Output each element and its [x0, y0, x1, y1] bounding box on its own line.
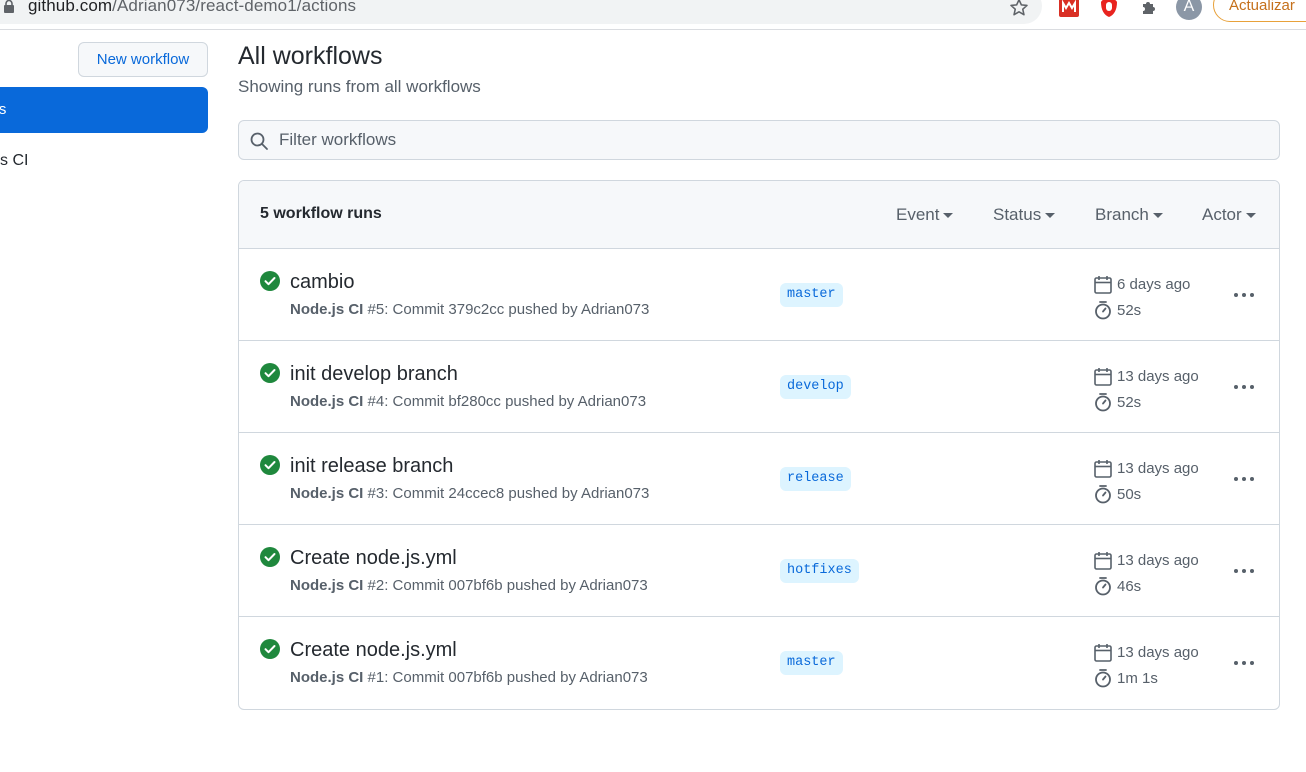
event-filter-dropdown[interactable]: Event	[896, 205, 954, 225]
run-meta: Node.js CI #1: Commit 007bf6b pushed by …	[290, 669, 648, 686]
runs-count: 5 workflow runs	[260, 205, 382, 222]
run-meta: Node.js CI #5: Commit 379c2cc pushed by …	[290, 301, 649, 318]
check-circle-icon	[260, 455, 280, 475]
run-detail: #2: Commit 007bf6b pushed by Adrian073	[367, 577, 648, 594]
filter-workflows-input[interactable]	[279, 121, 1259, 159]
more-options-icon[interactable]	[1231, 469, 1257, 489]
search-icon	[250, 132, 268, 150]
check-circle-icon	[260, 639, 280, 659]
browser-toolbar: github.com/Adrian073/react-demo1/actions…	[0, 0, 1306, 30]
chevron-down-icon	[1245, 213, 1256, 219]
page-title: All workflows	[238, 42, 383, 70]
actor-filter-label: Actor	[1202, 205, 1242, 224]
workflow-run-row[interactable]: cambio Node.js CI #5: Commit 379c2cc pus…	[239, 249, 1279, 341]
run-duration: 1m 1s	[1117, 670, 1158, 687]
run-duration: 52s	[1117, 302, 1142, 319]
status-filter-dropdown[interactable]: Status	[993, 205, 1056, 225]
extensions-puzzle-icon[interactable]	[1139, 0, 1161, 18]
run-workflow-name[interactable]: Node.js CI	[290, 393, 363, 410]
branch-filter-dropdown[interactable]: Branch	[1095, 205, 1163, 225]
run-title[interactable]: Create node.js.yml	[290, 547, 457, 570]
run-title[interactable]: cambio	[290, 271, 354, 294]
extension-shield-icon[interactable]	[1098, 0, 1120, 18]
run-title[interactable]: init release branch	[290, 455, 453, 478]
branch-tag[interactable]: hotfixes	[780, 559, 859, 583]
stopwatch-icon	[1095, 393, 1111, 412]
url-host: github.com	[28, 0, 113, 15]
branch-tag[interactable]: release	[780, 467, 851, 491]
run-workflow-name[interactable]: Node.js CI	[290, 485, 363, 502]
run-detail: #1: Commit 007bf6b pushed by Adrian073	[367, 669, 648, 686]
filter-workflows-box[interactable]	[238, 120, 1280, 160]
lock-icon[interactable]	[2, 0, 16, 14]
run-meta: Node.js CI #3: Commit 24ccec8 pushed by …	[290, 485, 649, 502]
event-filter-label: Event	[896, 205, 940, 224]
run-workflow-name[interactable]: Node.js CI	[290, 669, 363, 686]
run-date: 13 days ago	[1117, 368, 1199, 385]
calendar-icon	[1094, 460, 1112, 478]
status-filter-label: Status	[993, 205, 1042, 224]
sidebar-item-label: ws	[0, 101, 7, 118]
new-workflow-button[interactable]: New workflow	[78, 42, 208, 77]
branch-tag[interactable]: master	[780, 283, 843, 307]
run-title[interactable]: init develop branch	[290, 363, 458, 386]
page-subtitle: Showing runs from all workflows	[238, 77, 481, 96]
run-meta: Node.js CI #2: Commit 007bf6b pushed by …	[290, 577, 648, 594]
chevron-down-icon	[1152, 213, 1163, 219]
run-workflow-name[interactable]: Node.js CI	[290, 577, 363, 594]
update-browser-button[interactable]: Actualizar	[1213, 0, 1306, 22]
run-detail: #4: Commit bf280cc pushed by Adrian073	[367, 393, 647, 410]
run-date: 13 days ago	[1117, 552, 1199, 569]
stopwatch-icon	[1095, 669, 1111, 688]
run-meta: Node.js CI #4: Commit bf280cc pushed by …	[290, 393, 646, 410]
check-circle-icon	[260, 547, 280, 567]
calendar-icon	[1094, 552, 1112, 570]
runs-list-header: 5 workflow runs Event Status Branch Acto…	[239, 181, 1279, 249]
stopwatch-icon	[1095, 485, 1111, 504]
branch-filter-label: Branch	[1095, 205, 1149, 224]
bookmark-star-icon[interactable]	[1008, 0, 1030, 19]
run-duration: 52s	[1117, 394, 1142, 411]
branch-tag[interactable]: master	[780, 651, 843, 675]
check-circle-icon	[260, 271, 280, 291]
more-options-icon[interactable]	[1231, 653, 1257, 673]
sidebar-item-all-workflows[interactable]: ws	[0, 87, 208, 133]
calendar-icon	[1094, 368, 1112, 386]
more-options-icon[interactable]	[1231, 285, 1257, 305]
run-date: 13 days ago	[1117, 460, 1199, 477]
more-options-icon[interactable]	[1231, 377, 1257, 397]
workflow-run-row[interactable]: init develop branch Node.js CI #4: Commi…	[239, 341, 1279, 433]
url-path: /Adrian073/react-demo1/actions	[112, 0, 357, 15]
run-duration: 46s	[1117, 578, 1142, 595]
calendar-icon	[1094, 644, 1112, 662]
workflow-run-row[interactable]: Create node.js.yml Node.js CI #1: Commit…	[239, 617, 1279, 709]
run-workflow-name[interactable]: Node.js CI	[290, 301, 363, 318]
actor-filter-dropdown[interactable]: Actor	[1202, 205, 1256, 225]
run-date: 6 days ago	[1117, 276, 1191, 293]
chevron-down-icon	[1045, 213, 1056, 219]
stopwatch-icon	[1095, 301, 1111, 320]
url-text[interactable]: github.com/Adrian073/react-demo1/actions	[28, 0, 356, 16]
chevron-down-icon	[943, 213, 954, 219]
more-options-icon[interactable]	[1231, 561, 1257, 581]
check-circle-icon	[260, 363, 280, 383]
branch-tag[interactable]: develop	[780, 375, 851, 399]
calendar-icon	[1094, 276, 1112, 294]
run-detail: #5: Commit 379c2cc pushed by Adrian073	[367, 301, 650, 318]
extension-m-icon[interactable]	[1058, 0, 1080, 18]
workflow-runs-list: 5 workflow runs Event Status Branch Acto…	[238, 180, 1280, 710]
profile-avatar[interactable]: A	[1176, 0, 1202, 20]
stopwatch-icon	[1095, 577, 1111, 596]
run-duration: 50s	[1117, 486, 1142, 503]
run-detail: #3: Commit 24ccec8 pushed by Adrian073	[367, 485, 650, 502]
run-title[interactable]: Create node.js.yml	[290, 639, 457, 662]
workflow-run-row[interactable]: init release branch Node.js CI #3: Commi…	[239, 433, 1279, 525]
run-date: 13 days ago	[1117, 644, 1199, 661]
sidebar-item-nodejs-ci[interactable]: s CI	[0, 148, 28, 174]
workflow-run-row[interactable]: Create node.js.yml Node.js CI #2: Commit…	[239, 525, 1279, 617]
